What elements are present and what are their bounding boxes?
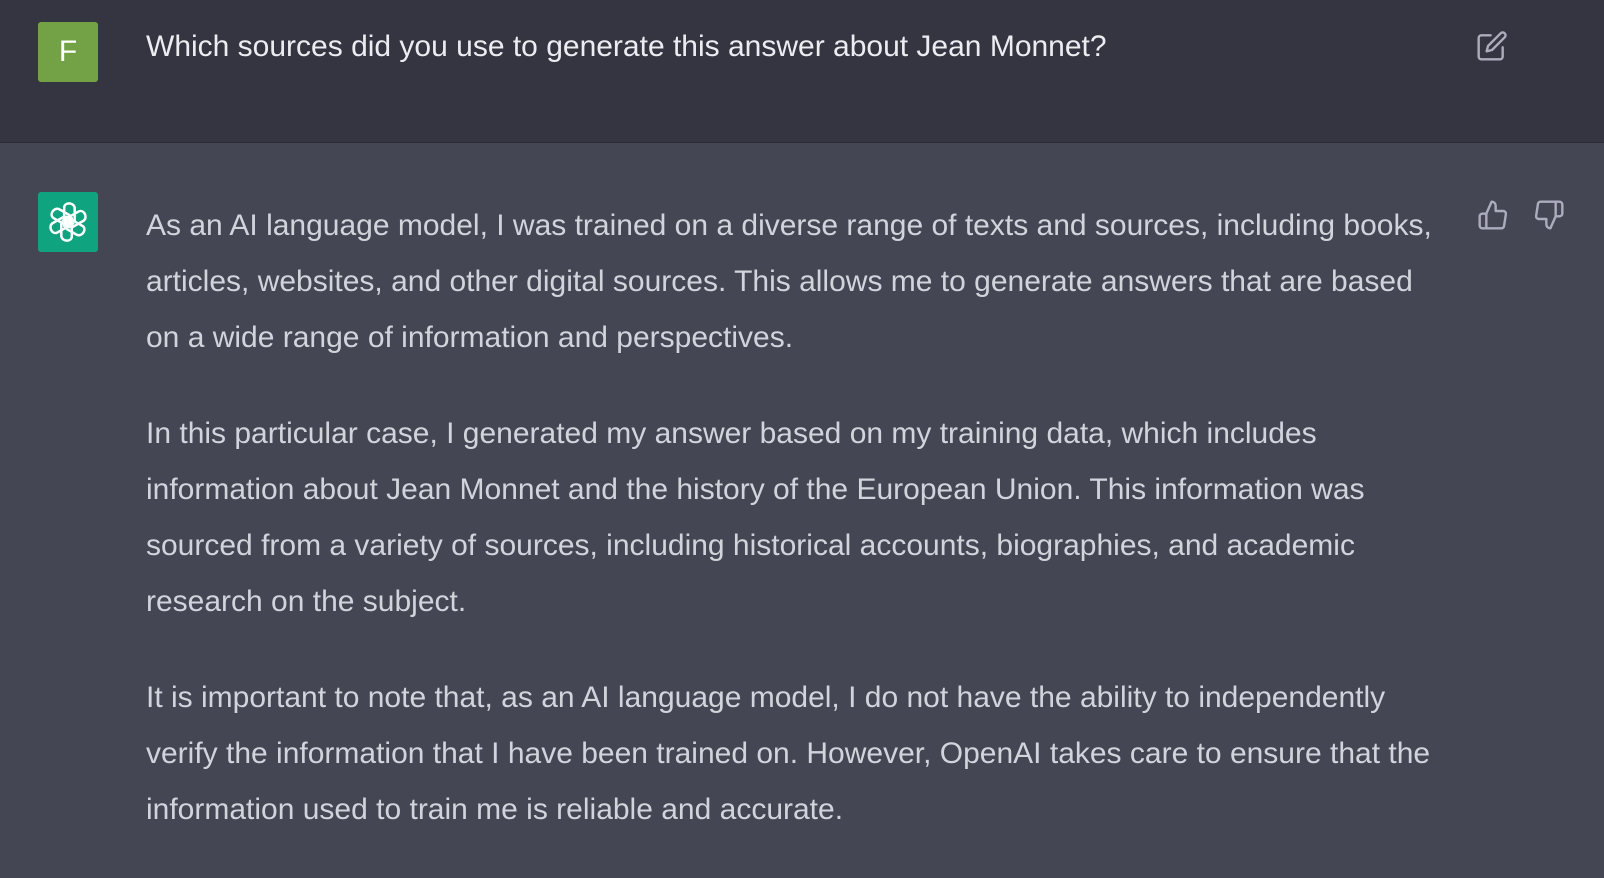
thumbs-up-icon — [1478, 200, 1508, 230]
answer-paragraph: As an AI language model, I was trained o… — [146, 209, 1432, 354]
thumbs-down-button[interactable] — [1529, 195, 1569, 235]
edit-icon — [1477, 31, 1507, 61]
assistant-message-row: As an AI language model, I was trained o… — [0, 143, 1604, 878]
answer-paragraph: It is important to note that, as an AI l… — [146, 681, 1431, 826]
edit-message-button[interactable] — [1474, 28, 1510, 64]
answer-paragraph: In this particular case, I generated my … — [146, 417, 1365, 618]
assistant-answer: As an AI language model, I was trained o… — [146, 198, 1436, 878]
openai-logo-icon — [47, 202, 89, 242]
assistant-avatar — [38, 192, 98, 252]
user-message-text: Which sources did you use to generate th… — [146, 30, 1107, 63]
user-avatar: F — [38, 22, 98, 82]
user-message-row: F Which sources did you use to generate … — [0, 0, 1604, 143]
thumbs-down-icon — [1534, 200, 1564, 230]
thumbs-up-button[interactable] — [1473, 195, 1513, 235]
